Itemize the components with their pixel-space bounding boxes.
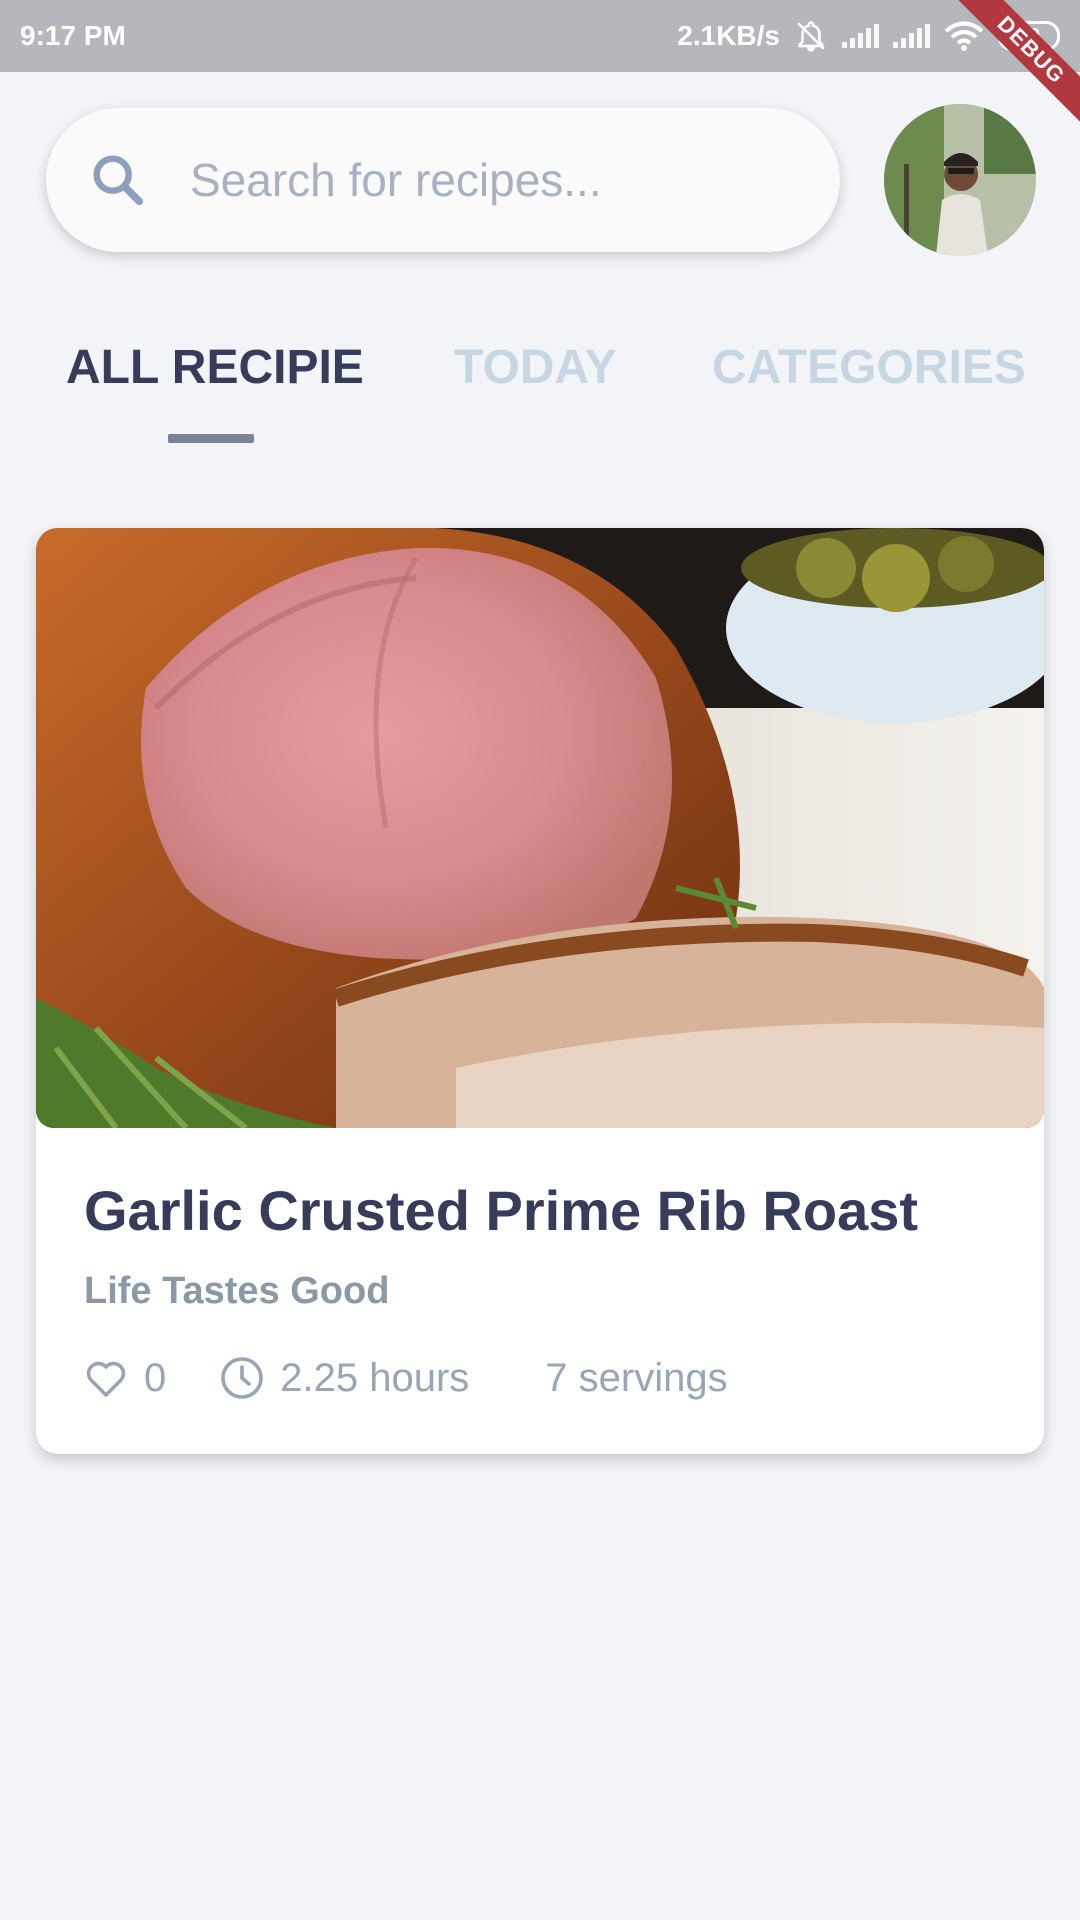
status-bar: 9:17 PM 2.1KB/s 80 bbox=[0, 0, 1080, 72]
tab-categories[interactable]: CATEGORIES bbox=[712, 340, 1026, 400]
signal-icon bbox=[842, 24, 879, 48]
network-speed: 2.1KB/s bbox=[677, 20, 780, 51]
search-icon bbox=[93, 155, 144, 206]
likes-count: 0 bbox=[144, 1355, 167, 1400]
signal-icon-2 bbox=[893, 24, 930, 48]
avatar-photo bbox=[884, 104, 1036, 256]
bell-off-icon bbox=[797, 21, 825, 52]
servings-text: 7 servings bbox=[545, 1355, 728, 1400]
search-bar[interactable] bbox=[46, 108, 840, 252]
servings: 7 servings bbox=[545, 1356, 727, 1401]
likes[interactable]: 0 bbox=[82, 1354, 166, 1402]
status-time: 9:17 PM bbox=[20, 20, 126, 51]
tab-all-recipes[interactable]: ALL RECIPIE bbox=[66, 340, 364, 400]
duration: 2.25 hours bbox=[218, 1354, 469, 1402]
recipe-author: Life Tastes Good bbox=[84, 1270, 390, 1312]
heart-outline-icon bbox=[86, 1361, 126, 1397]
recipe-image bbox=[36, 528, 1044, 1128]
duration-text: 2.25 hours bbox=[280, 1355, 470, 1400]
recipe-card[interactable]: Garlic Crusted Prime Rib Roast Life Tast… bbox=[36, 528, 1044, 1454]
recipe-meta: 0 2.25 hours 7 servings bbox=[82, 1354, 728, 1402]
search-input[interactable] bbox=[190, 153, 750, 207]
recipe-title: Garlic Crusted Prime Rib Roast bbox=[84, 1179, 919, 1242]
wifi-icon bbox=[944, 21, 984, 51]
active-tab-indicator bbox=[168, 434, 254, 443]
avatar[interactable] bbox=[884, 104, 1036, 256]
tab-today[interactable]: TODAY bbox=[454, 340, 617, 400]
clock-icon bbox=[221, 1357, 264, 1399]
